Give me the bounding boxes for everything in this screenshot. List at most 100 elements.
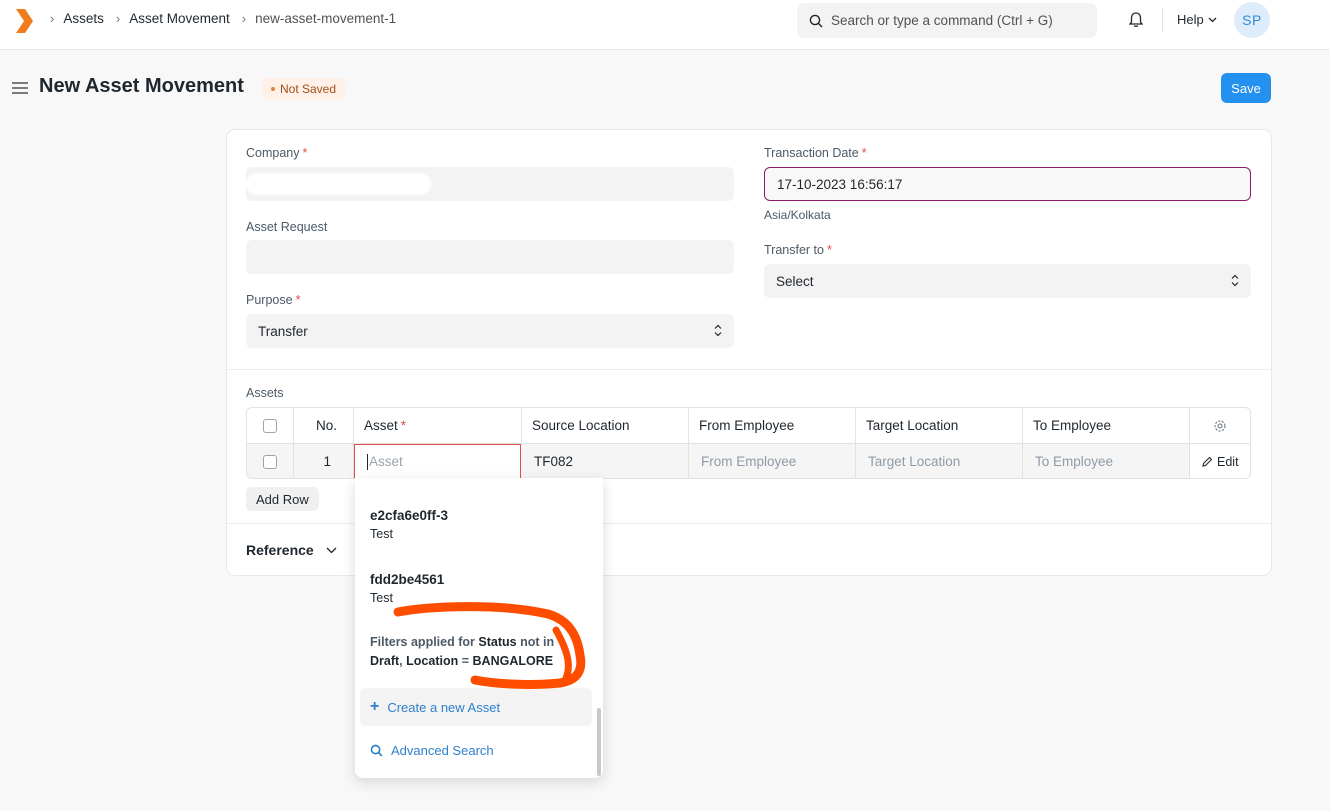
reference-label: Reference [246, 542, 314, 558]
breadcrumb-asset-movement[interactable]: Asset Movement [129, 11, 230, 26]
column-settings-cell [1190, 408, 1250, 443]
from-employee-cell[interactable]: From Employee [689, 444, 856, 478]
navbar: › Assets › Asset Movement › new-asset-mo… [0, 0, 1330, 50]
table-header: No. Asset * Source Location From Employee… [247, 408, 1250, 444]
transfer-to-label-text: Transfer to [764, 243, 824, 257]
col-asset-text: Asset [364, 418, 398, 433]
company-field[interactable] [246, 167, 734, 201]
required-mark: * [400, 418, 407, 433]
text-caret [367, 453, 368, 470]
source-location-cell[interactable]: TF082 [522, 444, 689, 478]
redacted-value [246, 173, 431, 195]
notification-bell-icon[interactable] [1127, 11, 1145, 29]
purpose-select[interactable]: Transfer [246, 314, 734, 348]
status-text: Not Saved [280, 82, 337, 96]
save-button[interactable]: Save [1221, 73, 1271, 103]
avatar[interactable]: SP [1234, 2, 1270, 38]
filter-operator: not in [520, 635, 555, 649]
chevron-right-icon: › [241, 11, 247, 26]
filter-field: Location [406, 654, 459, 668]
timezone-hint: Asia/Kolkata [764, 208, 831, 222]
chevron-down-icon [1208, 17, 1217, 22]
search-icon [809, 14, 823, 27]
advanced-search-option[interactable]: Advanced Search [370, 743, 494, 758]
filter-separator: , [399, 654, 403, 668]
status-badge: Not Saved [262, 78, 346, 100]
filter-operator: = [461, 654, 470, 668]
dropdown-scrollbar[interactable] [597, 708, 601, 776]
create-label: Create a new Asset [387, 699, 501, 715]
dropdown-option[interactable]: fdd2be4561 Test [370, 572, 444, 605]
help-dropdown[interactable]: Help [1177, 12, 1217, 27]
sidebar-toggle-icon[interactable] [12, 81, 28, 95]
breadcrumb-current: new-asset-movement-1 [255, 11, 397, 26]
company-label: Company * [246, 146, 307, 160]
col-no: No. [294, 408, 354, 443]
asset-request-field[interactable] [246, 240, 734, 274]
asset-placeholder: Asset [369, 454, 403, 469]
chevron-down-icon [326, 547, 337, 553]
purpose-value: Transfer [258, 323, 308, 339]
breadcrumb-assets[interactable]: Assets [63, 11, 104, 26]
option-subtitle: Test [370, 591, 393, 605]
select-arrows-icon [1231, 274, 1239, 287]
filter-prefix: Filters applied for [370, 635, 475, 649]
row-no: 1 [294, 444, 354, 478]
assets-table: No. Asset * Source Location From Employee… [246, 407, 1251, 479]
transaction-date-label: Transaction Date * [764, 146, 867, 160]
app-logo-icon[interactable] [14, 9, 34, 33]
page-title: New Asset Movement [39, 75, 244, 97]
table-row[interactable]: 1 Asset TF082 From Employee Target Locat… [247, 444, 1250, 478]
filters-applied-note: Filters applied for Status not in Draft,… [370, 633, 575, 671]
transfer-to-value: Select [776, 273, 814, 289]
help-label: Help [1177, 12, 1204, 27]
to-employee-cell[interactable]: To Employee [1023, 444, 1190, 478]
edit-row-button[interactable]: Edit [1190, 444, 1250, 478]
select-arrows-icon [714, 324, 722, 337]
required-mark: * [295, 293, 301, 307]
search-input[interactable]: Search or type a command (Ctrl + G) [797, 3, 1097, 38]
transaction-date-value: 17-10-2023 16:56:17 [777, 176, 903, 192]
chevron-right-icon: › [115, 11, 121, 26]
required-mark: * [861, 146, 867, 160]
dropdown-option[interactable]: e2cfa6e0ff-3 Test [370, 508, 448, 541]
status-dot [271, 87, 275, 91]
option-subtitle: Test [370, 527, 393, 541]
asset-input[interactable]: Asset [354, 444, 521, 478]
add-row-button[interactable]: Add Row [246, 487, 319, 511]
transfer-to-select[interactable]: Select [764, 264, 1251, 298]
required-mark: * [302, 146, 308, 160]
purpose-label: Purpose * [246, 293, 300, 307]
col-asset: Asset * [354, 408, 522, 443]
col-from-employee: From Employee [689, 408, 856, 443]
reference-section-toggle[interactable]: Reference [246, 542, 337, 558]
plus-icon: + [370, 698, 380, 715]
gear-icon[interactable] [1213, 419, 1227, 433]
option-title: e2cfa6e0ff-3 [370, 508, 449, 523]
select-all-checkbox[interactable] [263, 418, 277, 433]
search-placeholder: Search or type a command (Ctrl + G) [831, 13, 1053, 28]
transaction-date-field[interactable]: 17-10-2023 16:56:17 [764, 167, 1251, 201]
purpose-label-text: Purpose [246, 293, 293, 307]
col-target-location: Target Location [856, 408, 1023, 443]
filter-field: Status [478, 635, 517, 649]
breadcrumb: › Assets › Asset Movement › new-asset-mo… [50, 11, 408, 26]
navbar-divider [1162, 8, 1163, 32]
filter-value: Draft [370, 654, 400, 668]
required-mark: * [826, 243, 832, 257]
pencil-icon [1202, 456, 1213, 467]
transfer-to-label: Transfer to * [764, 243, 832, 257]
target-location-cell[interactable]: Target Location [856, 444, 1023, 478]
edit-label: Edit [1217, 454, 1239, 469]
transaction-date-label-text: Transaction Date [764, 146, 859, 160]
advanced-label: Advanced Search [391, 743, 494, 758]
section-divider [226, 369, 1272, 370]
row-checkbox[interactable] [263, 454, 277, 469]
search-icon [370, 744, 383, 757]
asset-request-label: Asset Request [246, 220, 328, 234]
assets-table-label: Assets [246, 386, 284, 400]
create-new-asset-option[interactable]: + Create a new Asset [360, 688, 592, 726]
col-to-employee: To Employee [1023, 408, 1190, 443]
option-title: fdd2be4561 [370, 572, 445, 587]
filter-value: BANGALORE [472, 654, 554, 668]
